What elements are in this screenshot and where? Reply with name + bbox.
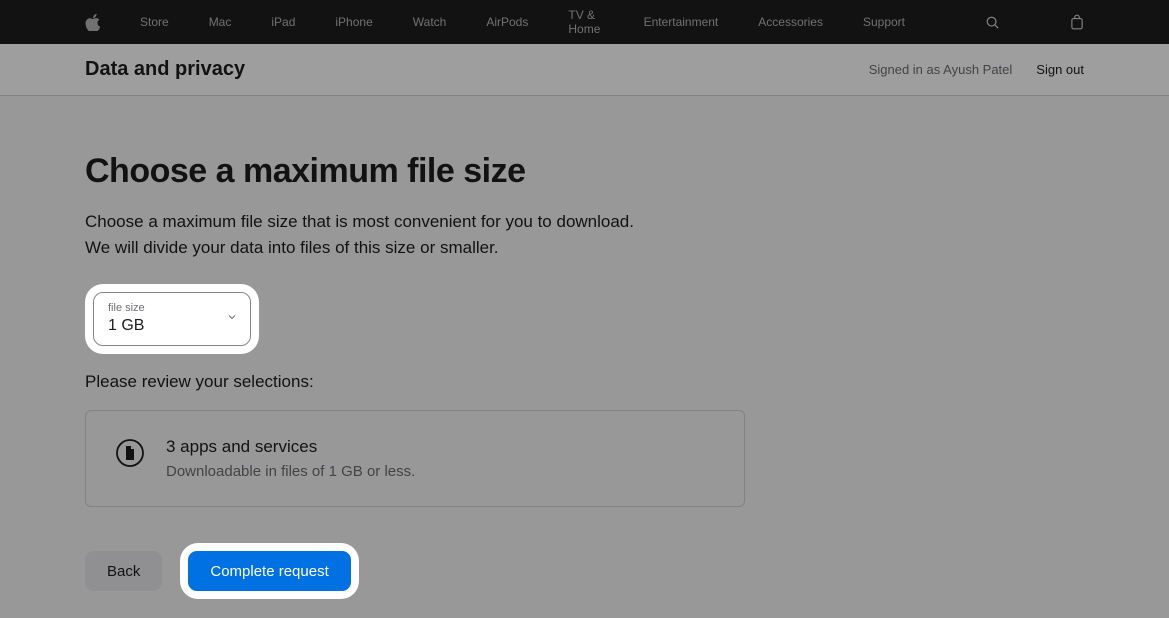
chevron-down-icon <box>226 310 238 328</box>
complete-request-button[interactable]: Complete request <box>188 551 350 591</box>
nav-iphone[interactable]: iPhone <box>335 15 372 29</box>
sign-out-link[interactable]: Sign out <box>1036 62 1084 77</box>
button-row: Back Complete request <box>85 543 755 599</box>
review-title: 3 apps and services <box>166 437 415 457</box>
apple-logo-icon[interactable] <box>85 14 100 31</box>
complete-request-highlight: Complete request <box>180 543 358 599</box>
nav-support[interactable]: Support <box>863 15 905 29</box>
search-icon[interactable] <box>985 15 1000 30</box>
review-summary-box: 3 apps and services Downloadable in file… <box>85 410 745 507</box>
nav-watch[interactable]: Watch <box>413 15 447 29</box>
nav-tv-home[interactable]: TV & Home <box>568 8 603 36</box>
nav-airpods[interactable]: AirPods <box>486 15 528 29</box>
document-icon <box>116 439 144 472</box>
nav-store[interactable]: Store <box>140 15 169 29</box>
review-label: Please review your selections: <box>85 372 755 392</box>
file-size-select[interactable]: file size 1 GB <box>93 292 251 346</box>
file-size-select-value: 1 GB <box>108 317 214 335</box>
main-content: Choose a maximum file size Choose a maxi… <box>0 96 840 599</box>
bag-icon[interactable] <box>1070 14 1084 30</box>
nav-mac[interactable]: Mac <box>209 15 232 29</box>
page-context-title: Data and privacy <box>85 58 245 81</box>
page-description: Choose a maximum file size that is most … <box>85 209 755 260</box>
sub-header: Data and privacy Signed in as Ayush Pate… <box>0 44 1169 96</box>
nav-ipad[interactable]: iPad <box>271 15 295 29</box>
review-subtitle: Downloadable in files of 1 GB or less. <box>166 463 415 480</box>
file-size-highlight: file size 1 GB <box>85 284 259 354</box>
nav-entertainment[interactable]: Entertainment <box>644 15 719 29</box>
file-size-select-label: file size <box>108 303 214 314</box>
page-title: Choose a maximum file size <box>85 152 755 191</box>
nav-accessories[interactable]: Accessories <box>758 15 823 29</box>
signed-in-label: Signed in as Ayush Patel <box>869 62 1013 77</box>
global-nav: Store Mac iPad iPhone Watch AirPods TV &… <box>0 0 1169 44</box>
back-button[interactable]: Back <box>85 551 162 591</box>
